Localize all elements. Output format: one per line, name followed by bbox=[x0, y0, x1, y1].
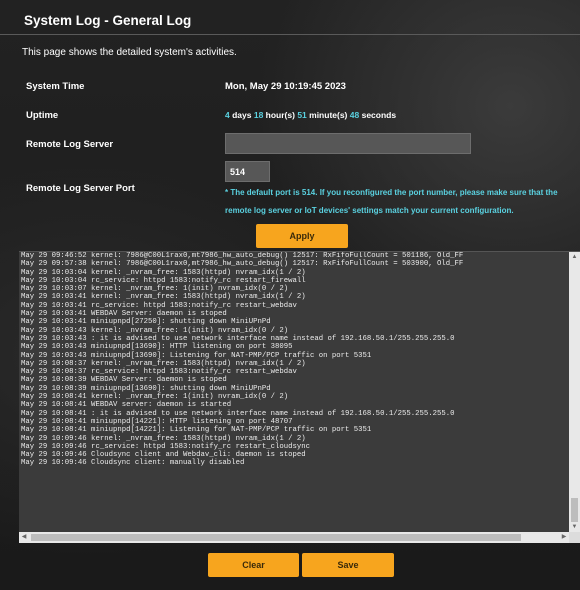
log-line: May 29 10:03:41 miniupnpd[27250]: shutti… bbox=[21, 318, 271, 327]
log-line: May 29 10:03:43 miniupnpd[13690]: Listen… bbox=[21, 351, 372, 360]
log-line: May 29 10:08:39 WEBDAV Server: daemon is… bbox=[21, 376, 227, 385]
port-note: * The default port is 514. If you reconf… bbox=[225, 188, 558, 215]
uptime-minutes: 51 bbox=[297, 110, 307, 120]
vertical-scroll-thumb[interactable] bbox=[571, 498, 578, 522]
scroll-down-icon[interactable]: ▼ bbox=[569, 522, 580, 532]
uptime-hours: 18 bbox=[253, 110, 264, 120]
log-line: May 29 09:46:52 kernel: 7986@C00L1rax0,m… bbox=[21, 252, 464, 260]
horizontal-scroll-thumb[interactable] bbox=[31, 534, 521, 541]
log-line: May 29 10:08:37 kernel: _nvram_free: 158… bbox=[21, 359, 306, 368]
log-line: May 29 10:03:04 kernel: _nvram_free: 158… bbox=[21, 268, 306, 277]
title-divider bbox=[0, 34, 580, 35]
system-time-value: Mon, May 29 10:19:45 2023 bbox=[225, 81, 346, 92]
scrollbar-corner bbox=[569, 532, 580, 543]
log-line: May 29 10:08:41 WEBDAV server: daemon is… bbox=[21, 401, 232, 410]
remote-log-port-input[interactable]: 514 bbox=[225, 161, 270, 182]
log-line: May 29 10:03:04 rc_service: httpd 1583:n… bbox=[21, 276, 306, 285]
uptime-hours-unit: hour(s) bbox=[263, 110, 298, 120]
scroll-right-icon[interactable]: ▶ bbox=[559, 532, 569, 543]
log-line: May 29 10:08:41 miniupnpd[14221]: Listen… bbox=[21, 426, 372, 435]
log-line: May 29 10:03:07 kernel: _nvram_free: 1(i… bbox=[21, 285, 289, 294]
log-line: May 29 10:03:41 kernel: _nvram_free: 158… bbox=[21, 293, 306, 302]
system-time-label: System Time bbox=[26, 81, 85, 92]
log-line: May 29 10:03:41 rc_service: httpd 1583:n… bbox=[21, 301, 297, 310]
log-line: May 29 10:03:43 kernel: _nvram_free: 1(i… bbox=[21, 326, 289, 335]
uptime-seconds: 48 bbox=[349, 110, 360, 120]
remote-log-server-label: Remote Log Server bbox=[26, 139, 114, 150]
uptime-seconds-unit: seconds bbox=[359, 110, 397, 120]
log-line: May 29 10:09:46 rc_service: httpd 1583:n… bbox=[21, 442, 311, 451]
log-line: May 29 10:03:43 miniupnpd[13690]: HTTP l… bbox=[21, 343, 293, 352]
save-button[interactable]: Save bbox=[302, 553, 394, 577]
log-content: May 29 09:46:52 kernel: 7986@C00L1rax0,m… bbox=[21, 252, 569, 530]
log-line: May 29 10:03:41 WEBDAV Server: daemon is… bbox=[21, 310, 227, 319]
log-line: May 29 10:03:43 : it is advised to use n… bbox=[21, 334, 455, 343]
log-textarea[interactable]: May 29 09:46:52 kernel: 7986@C00L1rax0,m… bbox=[19, 251, 580, 543]
uptime-minutes-unit: minute(s) bbox=[306, 110, 350, 120]
log-line: May 29 10:08:41 kernel: _nvram_free: 1(i… bbox=[21, 393, 289, 402]
page-description: This page shows the detailed system's ac… bbox=[22, 47, 237, 58]
page-title: System Log - General Log bbox=[24, 13, 192, 28]
horizontal-scrollbar[interactable]: ◀ ▶ bbox=[19, 532, 569, 543]
vertical-scrollbar[interactable]: ▲ ▼ bbox=[569, 252, 580, 532]
remote-log-port-label: Remote Log Server Port bbox=[26, 183, 135, 194]
log-line: May 29 10:09:46 Cloudsync client: manual… bbox=[21, 459, 245, 468]
uptime-label: Uptime bbox=[26, 110, 59, 121]
log-line: May 29 10:08:41 miniupnpd[14221]: HTTP l… bbox=[21, 417, 293, 426]
scroll-left-icon[interactable]: ◀ bbox=[19, 532, 29, 543]
log-line: May 29 10:09:46 Cloudsync client and Web… bbox=[21, 451, 306, 460]
uptime-value: 4 days 18 hour(s) 51 minute(s) 48 second… bbox=[225, 110, 396, 120]
log-line: May 29 10:08:41 : it is advised to use n… bbox=[21, 409, 455, 418]
log-line: May 29 09:57:38 kernel: 7986@C00L1rax0,m… bbox=[21, 260, 464, 269]
scroll-up-icon[interactable]: ▲ bbox=[569, 252, 580, 262]
log-line: May 29 10:08:37 rc_service: httpd 1583:n… bbox=[21, 368, 297, 377]
uptime-days-unit: days bbox=[229, 110, 254, 120]
remote-log-server-input[interactable] bbox=[225, 133, 471, 154]
apply-button[interactable]: Apply bbox=[256, 224, 348, 248]
clear-button[interactable]: Clear bbox=[208, 553, 299, 577]
log-line: May 29 10:08:39 miniupnpd[13690]: shutti… bbox=[21, 384, 271, 393]
log-line: May 29 10:09:46 kernel: _nvram_free: 158… bbox=[21, 434, 306, 443]
